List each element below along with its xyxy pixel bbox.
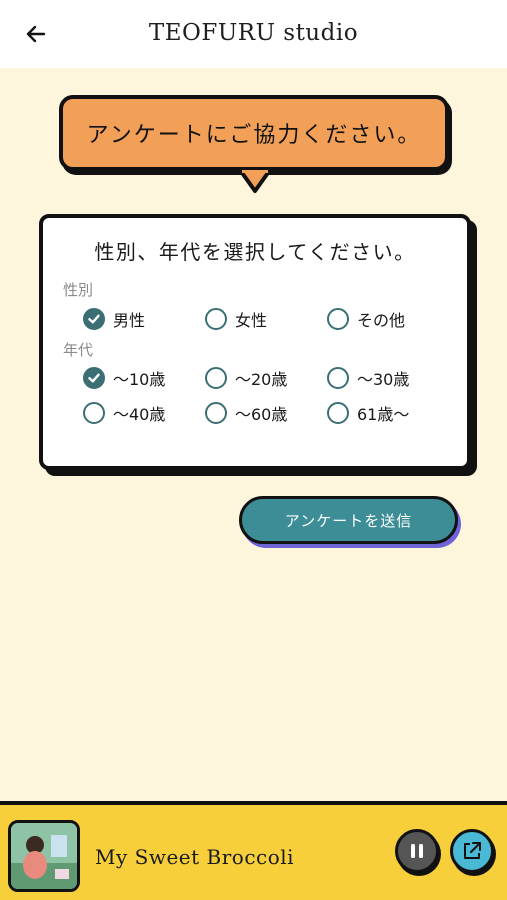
album-artwork[interactable] [8, 820, 80, 892]
radio-unchecked-icon [205, 308, 227, 330]
option-label: 男性 [113, 311, 146, 330]
option-label: ～10歳 [113, 370, 166, 389]
option-label: ～40歳 [113, 405, 166, 424]
radio-unchecked-icon [327, 367, 349, 389]
radio-checked-icon [83, 308, 105, 330]
bubble-text: アンケートにご協力ください。 [86, 123, 422, 148]
radio-unchecked-icon [83, 402, 105, 424]
bubble-tail [238, 170, 272, 193]
radio-unchecked-icon [205, 402, 227, 424]
option-label: ～20歳 [235, 370, 288, 389]
speech-bubble: アンケートにご協力ください。 [59, 95, 449, 171]
submit-survey-button[interactable]: アンケートを送信 [239, 496, 458, 544]
survey-title: 性別、年代を選択してください。 [94, 240, 416, 264]
radio-unchecked-icon [327, 402, 349, 424]
submit-label: アンケートを送信 [284, 511, 413, 530]
age-option-40[interactable]: ～40歳 [83, 400, 165, 426]
survey-card: 性別、年代を選択してください。 性別 男性 女性 その他 年代 ～10歳 ～20… [39, 214, 471, 470]
gender-option-male[interactable]: 男性 [83, 306, 145, 332]
app-header: TEOFURU studio [0, 0, 507, 68]
option-label: ～60歳 [235, 405, 288, 424]
option-label: 女性 [235, 311, 268, 330]
age-option-10[interactable]: ～10歳 [83, 365, 165, 391]
age-option-30[interactable]: ～30歳 [327, 365, 409, 391]
age-option-60[interactable]: ～60歳 [205, 400, 287, 426]
pause-icon [411, 844, 423, 858]
share-button[interactable] [450, 829, 494, 873]
option-label: その他 [357, 311, 406, 330]
gender-option-other[interactable]: その他 [327, 306, 405, 332]
age-option-20[interactable]: ～20歳 [205, 365, 287, 391]
pause-button[interactable] [395, 829, 439, 873]
age-option-61-plus[interactable]: 61歳～ [327, 400, 409, 426]
gender-option-female[interactable]: 女性 [205, 306, 267, 332]
artwork-image [11, 823, 77, 889]
radio-unchecked-icon [327, 308, 349, 330]
radio-checked-icon [83, 367, 105, 389]
track-title: My Sweet Broccoli [95, 845, 295, 869]
radio-unchecked-icon [205, 367, 227, 389]
app-title: TEOFURU studio [148, 20, 359, 46]
option-label: ～30歳 [357, 370, 410, 389]
option-label: 61歳～ [357, 405, 410, 424]
gender-label: 性別 [63, 281, 94, 299]
external-link-icon [464, 842, 481, 859]
age-label: 年代 [63, 341, 94, 359]
